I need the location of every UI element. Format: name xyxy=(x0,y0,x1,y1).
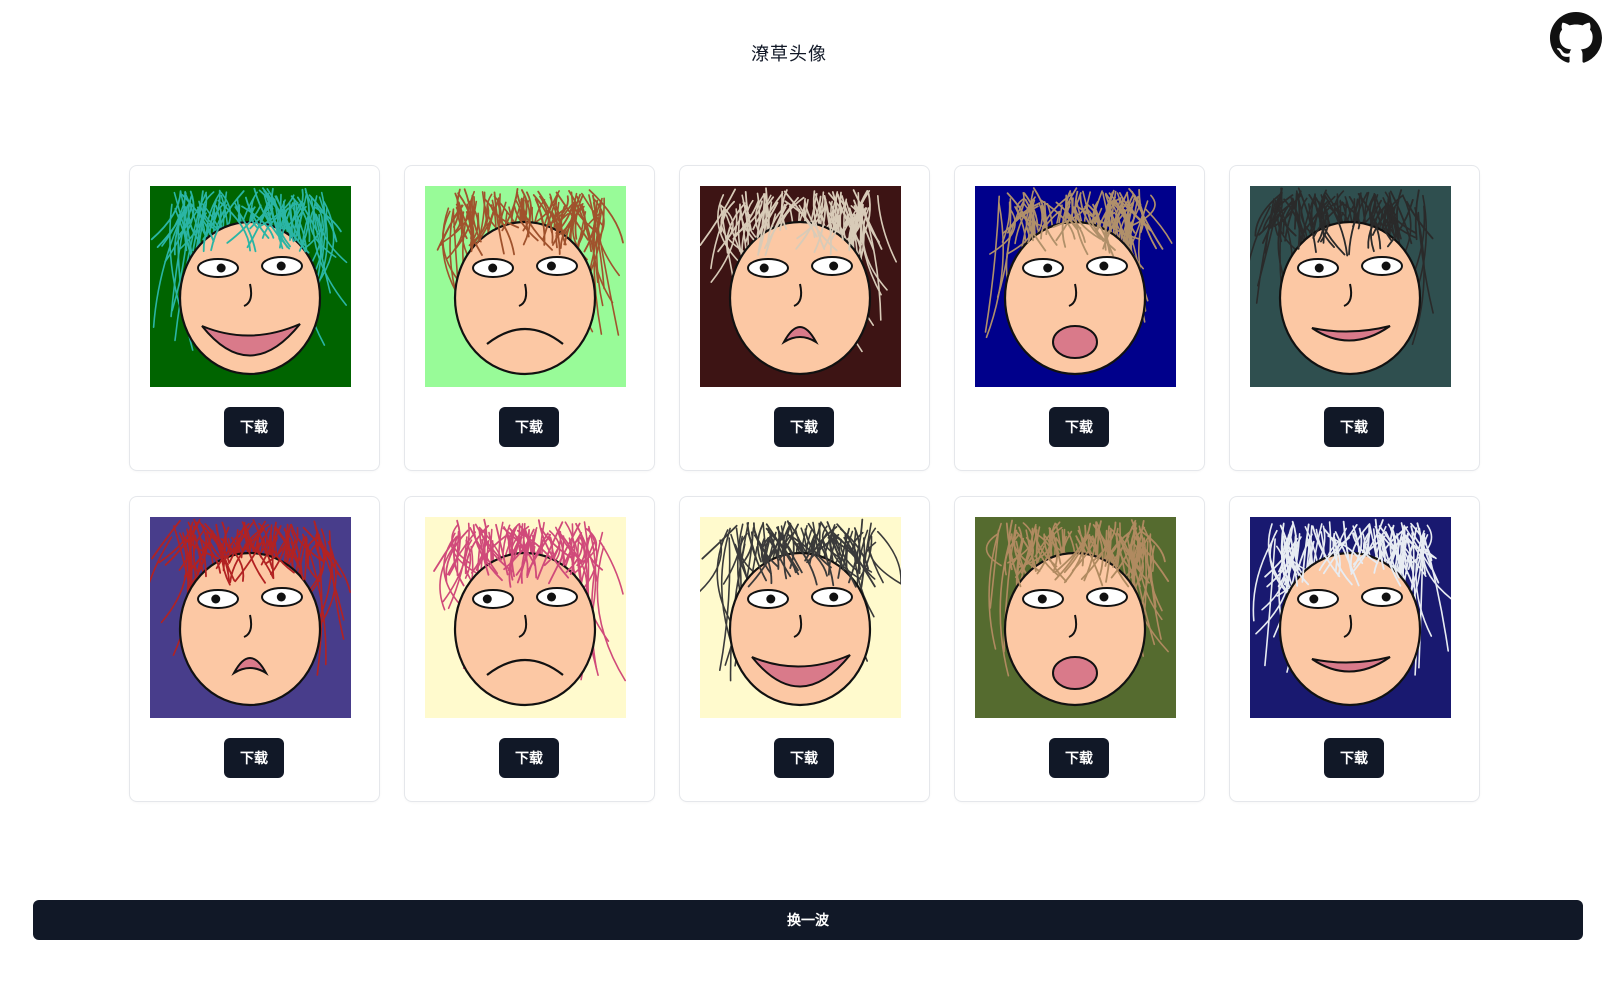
avatar-image xyxy=(150,517,351,718)
download-button[interactable]: 下载 xyxy=(1049,407,1109,447)
avatar-grid: 下载 下载 下载 下载 下载 下载 下载 下载 下载 下载 xyxy=(129,165,1480,802)
page: 潦草头像 下载 下载 下载 下载 下载 下载 下载 下载 下载 下载 换一波 xyxy=(0,0,1618,990)
avatar-card: 下载 xyxy=(404,496,655,802)
download-button[interactable]: 下载 xyxy=(224,407,284,447)
refresh-button[interactable]: 换一波 xyxy=(33,900,1583,940)
avatar-image xyxy=(1250,517,1451,718)
download-button[interactable]: 下载 xyxy=(499,738,559,778)
download-button[interactable]: 下载 xyxy=(1324,738,1384,778)
avatar-image xyxy=(425,186,626,387)
avatar-card: 下载 xyxy=(1229,496,1480,802)
download-button[interactable]: 下载 xyxy=(774,407,834,447)
avatar-card: 下载 xyxy=(404,165,655,471)
avatar-image xyxy=(700,517,901,718)
avatar-card: 下载 xyxy=(1229,165,1480,471)
download-button[interactable]: 下载 xyxy=(1049,738,1109,778)
avatar-card: 下载 xyxy=(129,165,380,471)
avatar-image xyxy=(1250,186,1451,387)
github-icon[interactable] xyxy=(1550,12,1602,64)
page-title: 潦草头像 xyxy=(751,44,827,65)
avatar-card: 下载 xyxy=(954,496,1205,802)
download-button[interactable]: 下载 xyxy=(774,738,834,778)
avatar-card: 下载 xyxy=(129,496,380,802)
download-button[interactable]: 下载 xyxy=(499,407,559,447)
avatar-card: 下载 xyxy=(954,165,1205,471)
avatar-image xyxy=(975,517,1176,718)
avatar-image xyxy=(425,517,626,718)
avatar-image xyxy=(975,186,1176,387)
download-button[interactable]: 下载 xyxy=(1324,407,1384,447)
avatar-image xyxy=(700,186,901,387)
avatar-card: 下载 xyxy=(679,165,930,471)
avatar-card: 下载 xyxy=(679,496,930,802)
download-button[interactable]: 下载 xyxy=(224,738,284,778)
avatar-image xyxy=(150,186,351,387)
